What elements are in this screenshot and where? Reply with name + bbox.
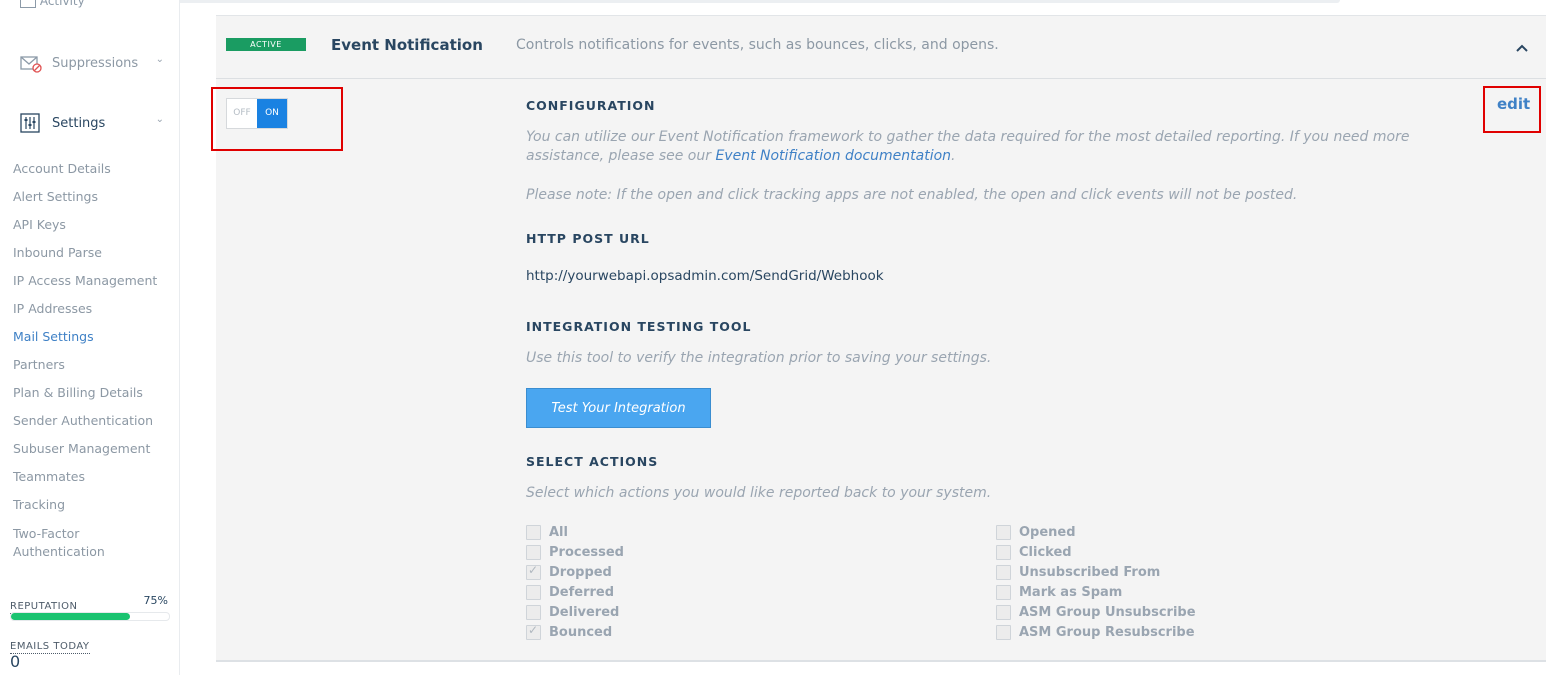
select-actions-heading: SELECT ACTIONS — [526, 454, 659, 469]
integration-testing-text: Use this tool to verify the integration … — [526, 350, 992, 366]
checkbox[interactable] — [996, 624, 1011, 640]
chevron-down-icon: ⌄ — [155, 114, 164, 125]
reputation-bar-fill — [11, 613, 130, 620]
panel-title: Event Notification — [331, 36, 483, 54]
emails-today-label: EMAILS TODAY — [10, 641, 90, 654]
sidebar-item-suppressions[interactable]: Suppressions ⌄ — [20, 50, 170, 76]
sidebar-subitem[interactable]: Two-Factor Authentication — [13, 525, 173, 571]
checkbox[interactable] — [526, 623, 541, 640]
checkbox[interactable] — [526, 584, 541, 600]
action-checkbox-row[interactable]: Processed — [526, 542, 624, 562]
action-checkbox-row[interactable]: Unsubscribed From — [996, 562, 1160, 582]
sliders-icon — [20, 113, 42, 133]
panel-description: Controls notifications for events, such … — [516, 37, 999, 53]
checkbox-label: Clicked — [1019, 544, 1072, 560]
sidebar: Activity Suppressions ⌄ Settings ⌄ Accou… — [0, 0, 180, 675]
sidebar-subitem[interactable]: IP Addresses — [13, 298, 173, 326]
chevron-up-icon[interactable] — [1516, 41, 1528, 55]
checkbox[interactable] — [996, 564, 1011, 580]
toggle-off-label: OFF — [233, 108, 251, 118]
checkbox[interactable] — [526, 544, 541, 560]
action-checkbox-row[interactable]: Delivered — [526, 602, 619, 622]
checkbox-label: ASM Group Resubscribe — [1019, 624, 1195, 640]
checkbox[interactable] — [526, 604, 541, 620]
configuration-text-end: . — [951, 148, 956, 164]
action-checkbox-row[interactable]: ASM Group Resubscribe — [996, 622, 1195, 642]
status-badge: ACTIVE — [226, 38, 306, 51]
action-checkbox-row[interactable]: Deferred — [526, 582, 614, 602]
checkbox[interactable] — [996, 604, 1011, 620]
configuration-heading: CONFIGURATION — [526, 98, 656, 113]
sidebar-subitem[interactable]: API Keys — [13, 214, 173, 242]
checkbox[interactable] — [526, 563, 541, 580]
http-post-url-heading: HTTP POST URL — [526, 231, 650, 246]
sidebar-subitem[interactable]: Subuser Management — [13, 438, 173, 466]
sidebar-subitem[interactable]: Mail Settings — [13, 326, 173, 354]
action-checkbox-row[interactable]: Bounced — [526, 622, 612, 642]
top-scrollbar[interactable] — [110, 0, 1340, 3]
sidebar-subitem[interactable]: Alert Settings — [13, 186, 173, 214]
sidebar-subitem[interactable]: Sender Authentication — [13, 410, 173, 438]
envelope-blocked-icon — [20, 53, 42, 73]
sidebar-subitem[interactable]: Tracking — [13, 494, 173, 522]
sidebar-subitem[interactable]: Inbound Parse — [13, 242, 173, 270]
checkbox-label: Deferred — [549, 584, 615, 600]
sidebar-item-activity[interactable]: Activity — [20, 0, 85, 8]
checkbox[interactable] — [526, 524, 541, 540]
configuration-text-part: You can utilize our Event Notification f… — [526, 129, 1410, 164]
tracking-note: Please note: If the open and click track… — [526, 187, 1298, 203]
action-checkbox-row[interactable]: ASM Group Unsubscribe — [996, 602, 1196, 622]
http-post-url-value: http://yourwebapi.opsadmin.com/SendGrid/… — [526, 268, 884, 284]
sidebar-item-label: Activity — [39, 0, 85, 8]
action-checkbox-row[interactable]: Mark as Spam — [996, 582, 1122, 602]
select-actions-text: Select which actions you would like repo… — [526, 485, 992, 501]
chevron-down-icon: ⌄ — [155, 54, 164, 65]
sidebar-item-label: Suppressions — [52, 55, 139, 71]
action-checkbox-row[interactable]: All — [526, 522, 568, 542]
sidebar-item-settings[interactable]: Settings ⌄ — [20, 110, 170, 136]
sidebar-item-label: Settings — [52, 115, 106, 131]
checkbox-label: Opened — [1019, 524, 1076, 540]
action-checkbox-row[interactable]: Opened — [996, 522, 1076, 542]
checkbox-label: Mark as Spam — [1019, 584, 1123, 600]
sidebar-subitem[interactable]: IP Access Management — [13, 270, 173, 298]
sidebar-subitem[interactable]: Partners — [13, 354, 173, 382]
event-notification-docs-link[interactable]: Event Notification documentation — [715, 148, 951, 164]
sidebar-subitem[interactable]: Account Details — [13, 158, 173, 186]
event-notification-panel: ACTIVE Event Notification Controls notif… — [211, 15, 1546, 662]
sidebar-subitem[interactable]: Plan & Billing Details — [13, 382, 173, 410]
action-checkbox-row[interactable]: Dropped — [526, 562, 612, 582]
settings-submenu: Account Details Alert Settings API Keys Inb… — [13, 158, 173, 571]
checkbox[interactable] — [996, 584, 1011, 600]
checkbox-label: Bounced — [549, 624, 613, 640]
edit-link[interactable]: edit — [1497, 95, 1530, 113]
panel-header[interactable]: ACTIVE Event Notification Controls notif… — [216, 16, 1546, 79]
configuration-text: You can utilize our Event Notification f… — [526, 128, 1486, 166]
integration-testing-heading: INTEGRATION TESTING TOOL — [526, 319, 752, 334]
checkbox-label: Processed — [549, 544, 624, 560]
checkbox-label: Dropped — [549, 564, 612, 580]
reputation-value: 75% — [143, 594, 168, 607]
test-integration-button[interactable]: Test Your Integration — [526, 388, 711, 428]
toggle-on-label: ON — [257, 99, 287, 128]
reputation-meter: REPUTATION 75% — [10, 594, 170, 621]
checkbox-label: ASM Group Unsubscribe — [1019, 604, 1196, 620]
sidebar-subitem[interactable]: Teammates — [13, 466, 173, 494]
reputation-bar — [10, 612, 170, 621]
activity-icon — [20, 0, 36, 8]
checkbox[interactable] — [996, 524, 1011, 540]
checkbox-label: Unsubscribed From — [1019, 564, 1161, 580]
checkbox[interactable] — [996, 544, 1011, 560]
enable-toggle[interactable]: OFF ON — [226, 98, 288, 129]
emails-today: EMAILS TODAY 0 — [10, 634, 90, 671]
emails-today-value: 0 — [10, 652, 21, 671]
action-checkbox-row[interactable]: Clicked — [996, 542, 1072, 562]
checkbox-label: Delivered — [549, 604, 620, 620]
checkbox-label: All — [549, 524, 568, 540]
